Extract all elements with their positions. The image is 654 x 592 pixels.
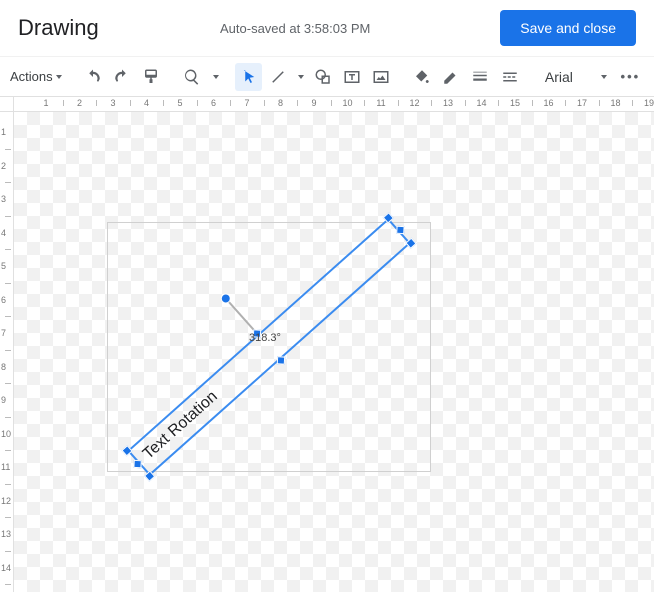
ruler-h-label: 5	[177, 98, 182, 108]
paint-roller-icon	[142, 68, 160, 86]
ruler-h-label: 10	[342, 98, 352, 108]
ruler-v-label: 8	[1, 362, 6, 372]
paint-format-button[interactable]	[138, 63, 165, 91]
undo-icon	[84, 68, 102, 86]
line-tool[interactable]	[264, 63, 291, 91]
line-dash-icon	[501, 68, 519, 86]
border-dash-button[interactable]	[496, 63, 523, 91]
ruler-h-label: 1	[43, 98, 48, 108]
ruler-h-label: 18	[610, 98, 620, 108]
drawing-canvas[interactable]: Text Rotation 318.3°	[14, 112, 654, 592]
border-weight-button[interactable]	[467, 63, 494, 91]
ruler-h-label: 9	[311, 98, 316, 108]
line-weight-icon	[471, 68, 489, 86]
toolbar: Actions	[0, 56, 654, 96]
horizontal-ruler: 12345678910111213141516171819	[14, 96, 654, 112]
ruler-h-label: 13	[443, 98, 453, 108]
chevron-down-icon	[56, 75, 62, 79]
chevron-down-icon	[213, 75, 219, 79]
zoom-button[interactable]	[179, 63, 206, 91]
resize-handle-w[interactable]	[133, 460, 141, 468]
resize-handle-s[interactable]	[277, 356, 285, 364]
ruler-corner	[0, 96, 14, 112]
undo-button[interactable]	[79, 63, 106, 91]
line-icon	[269, 68, 287, 86]
ruler-v-label: 14	[1, 563, 11, 573]
ruler-h-label: 11	[376, 98, 385, 108]
redo-button[interactable]	[109, 63, 136, 91]
chevron-down-icon	[298, 75, 304, 79]
font-select[interactable]: Arial	[537, 69, 615, 85]
zoom-dropdown[interactable]	[208, 63, 222, 91]
shape-tool[interactable]	[309, 63, 336, 91]
chevron-down-icon	[601, 75, 607, 79]
ruler-v-label: 7	[1, 328, 6, 338]
ruler-v-label: 10	[1, 429, 11, 439]
paint-bucket-icon	[413, 68, 431, 86]
zoom-icon	[183, 68, 201, 86]
ruler-h-label: 3	[110, 98, 115, 108]
border-color-button[interactable]	[438, 63, 465, 91]
ruler-v-label: 11	[1, 462, 10, 472]
pen-icon	[442, 68, 460, 86]
ruler-h-label: 2	[77, 98, 82, 108]
image-icon	[372, 68, 390, 86]
redo-icon	[113, 68, 131, 86]
dialog-title: Drawing	[18, 15, 99, 41]
ruler-v-label: 13	[1, 529, 11, 539]
actions-menu-label: Actions	[10, 69, 53, 84]
ruler-v-label: 6	[1, 295, 6, 305]
resize-handle-e[interactable]	[396, 226, 404, 234]
actions-menu[interactable]: Actions	[10, 69, 66, 84]
ruler-h-label: 19	[644, 98, 654, 108]
ruler-v-label: 9	[1, 395, 6, 405]
text-box[interactable]: Text Rotation	[127, 218, 411, 476]
textbox-icon	[343, 68, 361, 86]
ruler-h-label: 12	[409, 98, 419, 108]
ruler-v-label: 12	[1, 496, 11, 506]
ruler-v-label: 4	[1, 228, 6, 238]
ruler-h-label: 6	[211, 98, 216, 108]
textbox-tool[interactable]	[338, 63, 365, 91]
more-icon: •••	[621, 69, 641, 84]
ruler-h-label: 14	[476, 98, 486, 108]
ruler-h-label: 7	[244, 98, 249, 108]
image-tool[interactable]	[367, 63, 394, 91]
resize-handle-n[interactable]	[253, 329, 261, 337]
font-select-label: Arial	[545, 69, 573, 85]
ruler-h-label: 15	[510, 98, 520, 108]
dialog-header: Drawing Auto-saved at 3:58:03 PM Save an…	[0, 0, 654, 56]
ruler-h-label: 4	[144, 98, 149, 108]
save-and-close-button[interactable]: Save and close	[500, 10, 636, 46]
select-tool[interactable]	[235, 63, 262, 91]
ruler-v-label: 3	[1, 194, 6, 204]
ruler-h-label: 8	[278, 98, 283, 108]
ruler-h-label: 16	[543, 98, 553, 108]
line-tool-dropdown[interactable]	[294, 63, 308, 91]
autosave-status: Auto-saved at 3:58:03 PM	[220, 21, 370, 36]
shape-icon	[314, 68, 332, 86]
more-button[interactable]: •••	[617, 63, 644, 91]
text-box-content: Text Rotation	[140, 388, 222, 464]
vertical-ruler: 1234567891011121314	[0, 112, 14, 592]
fill-color-button[interactable]	[408, 63, 435, 91]
ruler-v-label: 5	[1, 261, 6, 271]
ruler-h-label: 17	[577, 98, 587, 108]
ruler-v-label: 2	[1, 161, 6, 171]
ruler-v-label: 1	[1, 127, 6, 137]
cursor-icon	[240, 68, 258, 86]
